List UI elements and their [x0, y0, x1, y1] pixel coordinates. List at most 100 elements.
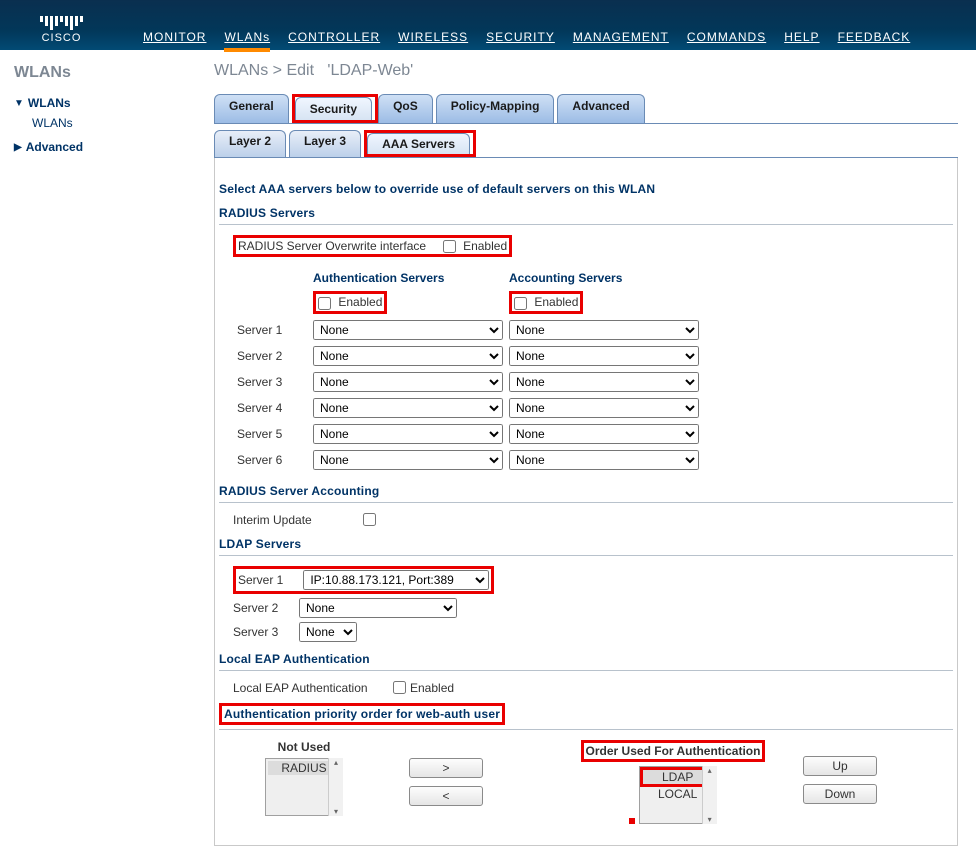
col-acct-servers: Accounting Servers	[507, 269, 701, 287]
section-auth-priority: Authentication priority order for web-au…	[224, 707, 500, 721]
tab-security[interactable]: Security	[295, 97, 372, 120]
highlight-acct-enabled: Enabled	[509, 291, 583, 313]
select-ldap-s3[interactable]: None	[299, 622, 357, 642]
crumb-action: Edit	[286, 62, 314, 79]
tab-policy-mapping[interactable]: Policy-Mapping	[436, 94, 555, 123]
nav-management[interactable]: MANAGEMENT	[573, 30, 669, 44]
label-enabled: Enabled	[338, 295, 382, 309]
label-server3: Server 3	[235, 370, 309, 394]
nav-monitor[interactable]: MONITOR	[143, 30, 206, 44]
select-auth-s1[interactable]: None	[313, 320, 503, 340]
select-acct-s2[interactable]: None	[509, 346, 699, 366]
select-auth-s2[interactable]: None	[313, 346, 503, 366]
scrollbar[interactable]: ▴▾	[702, 766, 717, 824]
checkbox-auth-enabled[interactable]	[318, 297, 331, 310]
section-radius-accounting: RADIUS Server Accounting	[219, 484, 953, 498]
caret-right-icon: ▶	[14, 142, 22, 153]
nav-wireless[interactable]: WIRELESS	[398, 30, 468, 44]
label-server1: Server 1	[235, 318, 309, 342]
checkbox-local-eap[interactable]	[393, 681, 406, 694]
brand-text: CISCO	[40, 32, 83, 44]
tab-advanced[interactable]: Advanced	[557, 94, 644, 123]
col-auth-servers: Authentication Servers	[311, 269, 505, 287]
highlight-aaa-tab: AAA Servers	[364, 130, 476, 157]
select-acct-s6[interactable]: None	[509, 450, 699, 470]
nav-help[interactable]: HELP	[784, 30, 819, 44]
subtab-layer3[interactable]: Layer 3	[289, 130, 361, 157]
highlight-security-tab: Security	[292, 94, 378, 123]
nav-feedback[interactable]: FEEDBACK	[838, 30, 911, 44]
select-acct-s3[interactable]: None	[509, 372, 699, 392]
section-local-eap: Local EAP Authentication	[219, 652, 953, 666]
tab-general[interactable]: General	[214, 94, 289, 123]
crumb-name: 'LDAP-Web'	[327, 62, 413, 79]
sidebar-sub-wlans[interactable]: WLANs	[32, 116, 194, 130]
highlight-auth-enabled: Enabled	[313, 291, 387, 313]
highlight-order-used-header: Order Used For Authentication	[581, 740, 766, 762]
section-ldap-servers: LDAP Servers	[219, 537, 953, 551]
label-interim-update: Interim Update	[233, 513, 363, 527]
label-server4: Server 4	[235, 396, 309, 420]
button-move-right[interactable]: >	[409, 758, 483, 778]
button-move-left[interactable]: <	[409, 786, 483, 806]
select-acct-s4[interactable]: None	[509, 398, 699, 418]
highlight-ldap-s1: Server 1 IP:10.88.173.121, Port:389	[233, 566, 494, 594]
checkbox-overwrite[interactable]	[443, 240, 456, 253]
top-bar: CISCO MONITOR WLANs CONTROLLER WIRELESS …	[0, 0, 976, 50]
sidebar-item-advanced[interactable]: ▶ Advanced	[14, 140, 194, 154]
nav-security[interactable]: SECURITY	[486, 30, 555, 44]
select-acct-s5[interactable]: None	[509, 424, 699, 444]
highlight-ldap-item	[629, 818, 635, 824]
main-panel: WLANs > Edit 'LDAP-Web' General Security…	[204, 50, 976, 866]
select-auth-s3[interactable]: None	[313, 372, 503, 392]
label-overwrite: RADIUS Server Overwrite interface	[238, 239, 426, 253]
main-tabs: General Security QoS Policy-Mapping Adva…	[214, 94, 958, 124]
subtab-layer2[interactable]: Layer 2	[214, 130, 286, 157]
select-auth-s4[interactable]: None	[313, 398, 503, 418]
section-radius-servers: RADIUS Servers	[219, 206, 953, 220]
subtab-aaa-servers[interactable]: AAA Servers	[367, 133, 470, 154]
label-ldap-s2: Server 2	[233, 601, 295, 615]
label-ldap-s1: Server 1	[238, 573, 300, 587]
crumb-root: WLANs	[214, 62, 268, 79]
label-ldap-s3: Server 3	[233, 625, 295, 639]
breadcrumb: WLANs > Edit 'LDAP-Web'	[214, 62, 958, 80]
radius-server-table: Authentication Servers Accounting Server…	[233, 267, 703, 473]
sidebar-item-label: WLANs	[28, 96, 71, 110]
checkbox-acct-enabled[interactable]	[514, 297, 527, 310]
select-auth-s6[interactable]: None	[313, 450, 503, 470]
aaa-instruction: Select AAA servers below to override use…	[219, 182, 953, 196]
label-local-eap: Local EAP Authentication	[233, 681, 393, 695]
nav-controller[interactable]: CONTROLLER	[288, 30, 380, 44]
select-ldap-s2[interactable]: None	[299, 598, 457, 618]
select-acct-s1[interactable]: None	[509, 320, 699, 340]
scrollbar[interactable]: ▴▾	[328, 758, 343, 816]
nav-wlans[interactable]: WLANs	[224, 30, 270, 44]
tab-content: Select AAA servers below to override use…	[214, 158, 958, 846]
sidebar-title: WLANs	[14, 64, 194, 82]
label-enabled: Enabled	[463, 239, 507, 253]
button-down[interactable]: Down	[803, 784, 877, 804]
highlight-auth-priority-header: Authentication priority order for web-au…	[219, 703, 505, 725]
label-order-used: Order Used For Authentication	[586, 744, 761, 758]
select-ldap-s1[interactable]: IP:10.88.173.121, Port:389	[303, 570, 489, 590]
sidebar-item-label: Advanced	[26, 140, 83, 154]
highlight-overwrite-row: RADIUS Server Overwrite interface Enable…	[233, 235, 512, 257]
checkbox-interim-update[interactable]	[363, 513, 376, 526]
sidebar: WLANs ▼ WLANs WLANs ▶ Advanced	[0, 50, 204, 866]
tab-qos[interactable]: QoS	[378, 94, 433, 123]
main-nav: MONITOR WLANs CONTROLLER WIRELESS SECURI…	[143, 30, 910, 44]
select-auth-s5[interactable]: None	[313, 424, 503, 444]
sub-tabs: Layer 2 Layer 3 AAA Servers	[214, 130, 958, 158]
nav-commands[interactable]: COMMANDS	[687, 30, 766, 44]
label-server5: Server 5	[235, 422, 309, 446]
caret-down-icon: ▼	[14, 98, 24, 109]
button-up[interactable]: Up	[803, 756, 877, 776]
label-enabled: Enabled	[410, 681, 454, 695]
label-server2: Server 2	[235, 344, 309, 368]
cisco-logo: CISCO	[40, 16, 83, 44]
label-server6: Server 6	[235, 448, 309, 472]
label-enabled: Enabled	[534, 295, 578, 309]
label-not-used: Not Used	[219, 740, 389, 754]
sidebar-item-wlans[interactable]: ▼ WLANs	[14, 96, 194, 110]
